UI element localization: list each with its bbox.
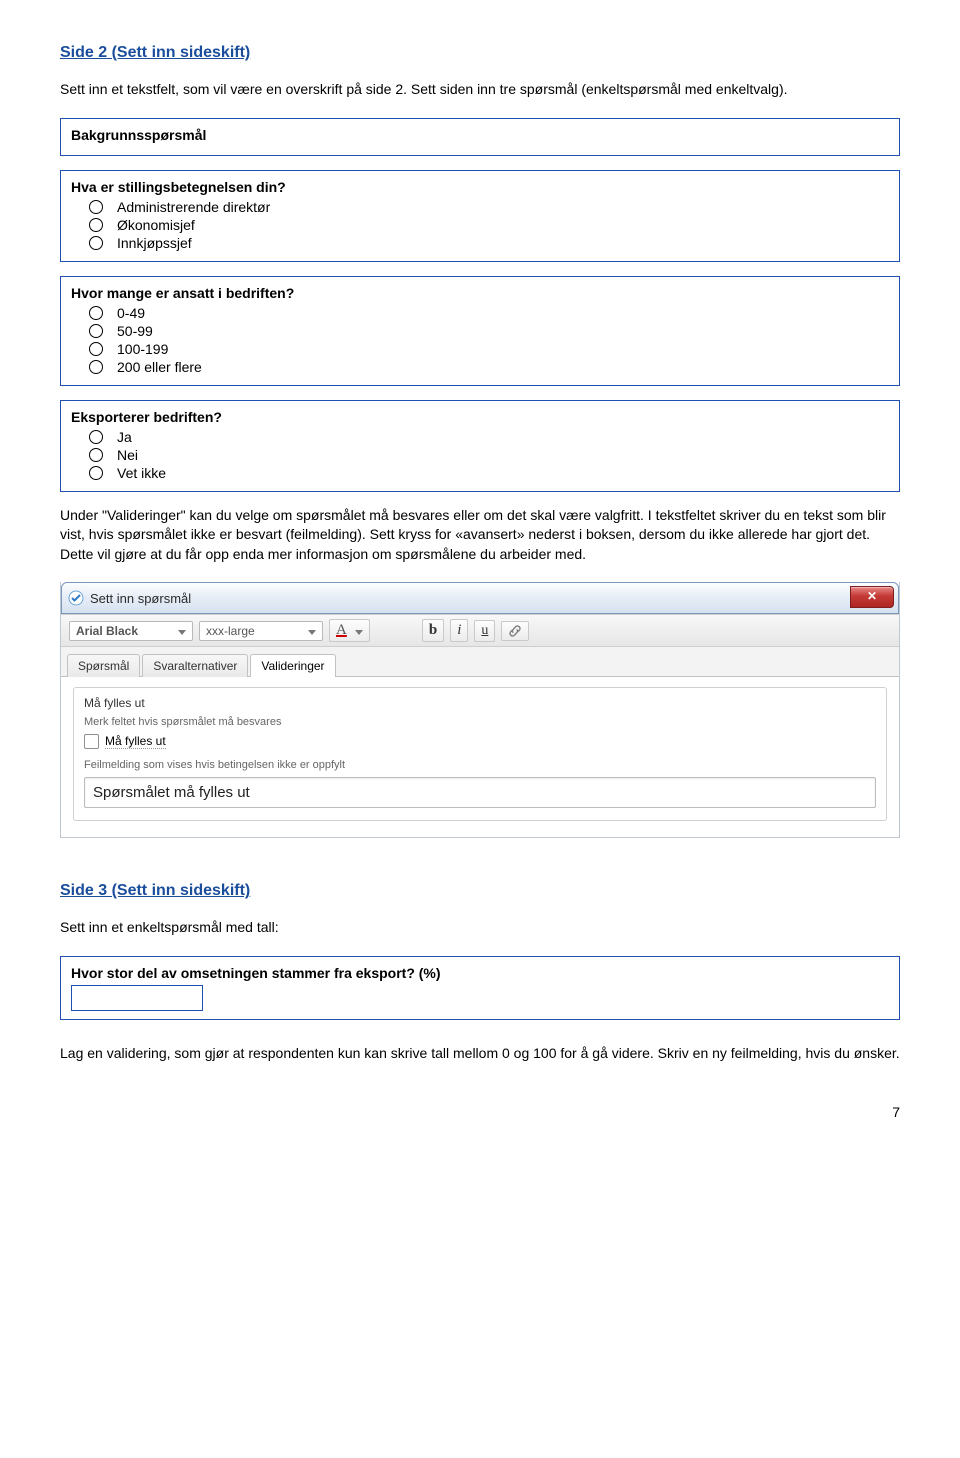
side2-intro: Sett inn et tekstfelt, som vil være en o… <box>60 80 900 100</box>
error-message-input[interactable]: Spørsmålet må fylles ut <box>84 777 876 808</box>
side2-explain: Under "Valideringer" kan du velge om spø… <box>60 506 900 565</box>
fs-title: Må fylles ut <box>84 696 876 710</box>
radio-icon <box>89 324 103 338</box>
q3-option: Ja <box>89 429 889 445</box>
radio-icon <box>89 360 103 374</box>
underline-button[interactable]: u <box>474 620 495 642</box>
radio-icon <box>89 466 103 480</box>
validation-panel: Må fylles ut Merk feltet hvis spørsmålet… <box>61 677 899 837</box>
close-button[interactable]: ✕ <box>850 586 894 608</box>
fs-sub: Merk feltet hvis spørsmålet må besvares <box>84 716 876 728</box>
q1-option: Administrerende direktør <box>89 199 889 215</box>
q2-option: 0-49 <box>89 305 889 321</box>
box-q2: Hvor mange er ansatt i bedriften? 0-49 5… <box>60 276 900 386</box>
font-family-select[interactable]: Arial Black <box>69 621 193 641</box>
q1-option-label: Innkjøpssjef <box>117 235 192 251</box>
bold-icon: b <box>429 622 437 639</box>
q-bg-title: Bakgrunnsspørsmål <box>71 127 889 143</box>
italic-button[interactable]: i <box>450 619 468 642</box>
bold-button[interactable]: b <box>422 619 444 642</box>
radio-icon <box>89 430 103 444</box>
side3-outro: Lag en validering, som gjør at responden… <box>60 1044 900 1064</box>
q2-title: Hvor mange er ansatt i bedriften? <box>71 285 889 301</box>
q2-option: 100-199 <box>89 341 889 357</box>
link-button[interactable] <box>501 621 529 641</box>
q-export-title: Hvor stor del av omsetningen stammer fra… <box>71 965 889 981</box>
chevron-down-icon <box>306 624 316 638</box>
q1-title: Hva er stillingsbetegnelsen din? <box>71 179 889 195</box>
chevron-down-icon <box>353 624 363 638</box>
font-toolbar: Arial Black xxx-large A b i u <box>61 614 899 647</box>
q1-option: Økonomisjef <box>89 217 889 233</box>
must-fill-checkbox-row: Må fylles ut <box>84 734 876 749</box>
tab-valideringer[interactable]: Valideringer <box>250 654 335 677</box>
q1-option: Innkjøpssjef <box>89 235 889 251</box>
italic-icon: i <box>457 622 461 639</box>
radio-icon <box>89 448 103 462</box>
q2-option-label: 200 eller flere <box>117 359 202 375</box>
window-title: Sett inn spørsmål <box>90 591 191 606</box>
box-bakgrunnsporsmal: Bakgrunnsspørsmål <box>60 118 900 156</box>
font-color-icon: A <box>336 622 347 639</box>
font-size-value: xxx-large <box>206 624 255 638</box>
tab-sporsmal[interactable]: Spørsmål <box>67 654 140 677</box>
font-color-button[interactable]: A <box>329 619 370 642</box>
q3-option: Nei <box>89 447 889 463</box>
radio-icon <box>89 236 103 250</box>
check-icon <box>68 590 84 606</box>
q2-option-label: 50-99 <box>117 323 153 339</box>
radio-icon <box>89 200 103 214</box>
q3-option-label: Nei <box>117 447 138 463</box>
error-field-label: Feilmelding som vises hvis betingelsen i… <box>84 759 876 771</box>
box-q3: Eksporterer bedriften? Ja Nei Vet ikke <box>60 400 900 492</box>
side2-heading: Side 2 (Sett inn sideskift) <box>60 44 900 62</box>
q2-option-label: 0-49 <box>117 305 145 321</box>
q2-option: 200 eller flere <box>89 359 889 375</box>
underline-icon: u <box>481 623 488 639</box>
number-input[interactable] <box>71 985 203 1011</box>
link-icon <box>508 624 522 638</box>
q1-option-label: Administrerende direktør <box>117 199 270 215</box>
q3-option-label: Ja <box>117 429 132 445</box>
side3-intro: Sett inn et enkeltspørsmål med tall: <box>60 918 900 938</box>
checkbox-label: Må fylles ut <box>105 734 166 749</box>
q1-option-label: Økonomisjef <box>117 217 195 233</box>
q3-option: Vet ikke <box>89 465 889 481</box>
box-q-export: Hvor stor del av omsetningen stammer fra… <box>60 956 900 1020</box>
q2-option: 50-99 <box>89 323 889 339</box>
side3-heading: Side 3 (Sett inn sideskift) <box>60 882 900 900</box>
close-icon: ✕ <box>867 589 877 603</box>
window-titlebar: Sett inn spørsmål ✕ <box>61 582 899 614</box>
box-q1: Hva er stillingsbetegnelsen din? Adminis… <box>60 170 900 262</box>
dialog-window: Sett inn spørsmål ✕ Arial Black xxx-larg… <box>60 582 900 838</box>
must-fill-fieldset: Må fylles ut Merk feltet hvis spørsmålet… <box>73 687 887 821</box>
radio-icon <box>89 306 103 320</box>
font-size-select[interactable]: xxx-large <box>199 621 323 641</box>
q2-option-label: 100-199 <box>117 341 168 357</box>
radio-icon <box>89 218 103 232</box>
tabstrip: Spørsmål Svaralternativer Valideringer <box>61 647 899 677</box>
q3-title: Eksporterer bedriften? <box>71 409 889 425</box>
radio-icon <box>89 342 103 356</box>
font-family-value: Arial Black <box>76 624 138 638</box>
checkbox-icon[interactable] <box>84 734 99 749</box>
q3-option-label: Vet ikke <box>117 465 166 481</box>
chevron-down-icon <box>176 624 186 638</box>
tab-svaralternativer[interactable]: Svaralternativer <box>142 654 248 677</box>
page-number: 7 <box>60 1104 900 1120</box>
